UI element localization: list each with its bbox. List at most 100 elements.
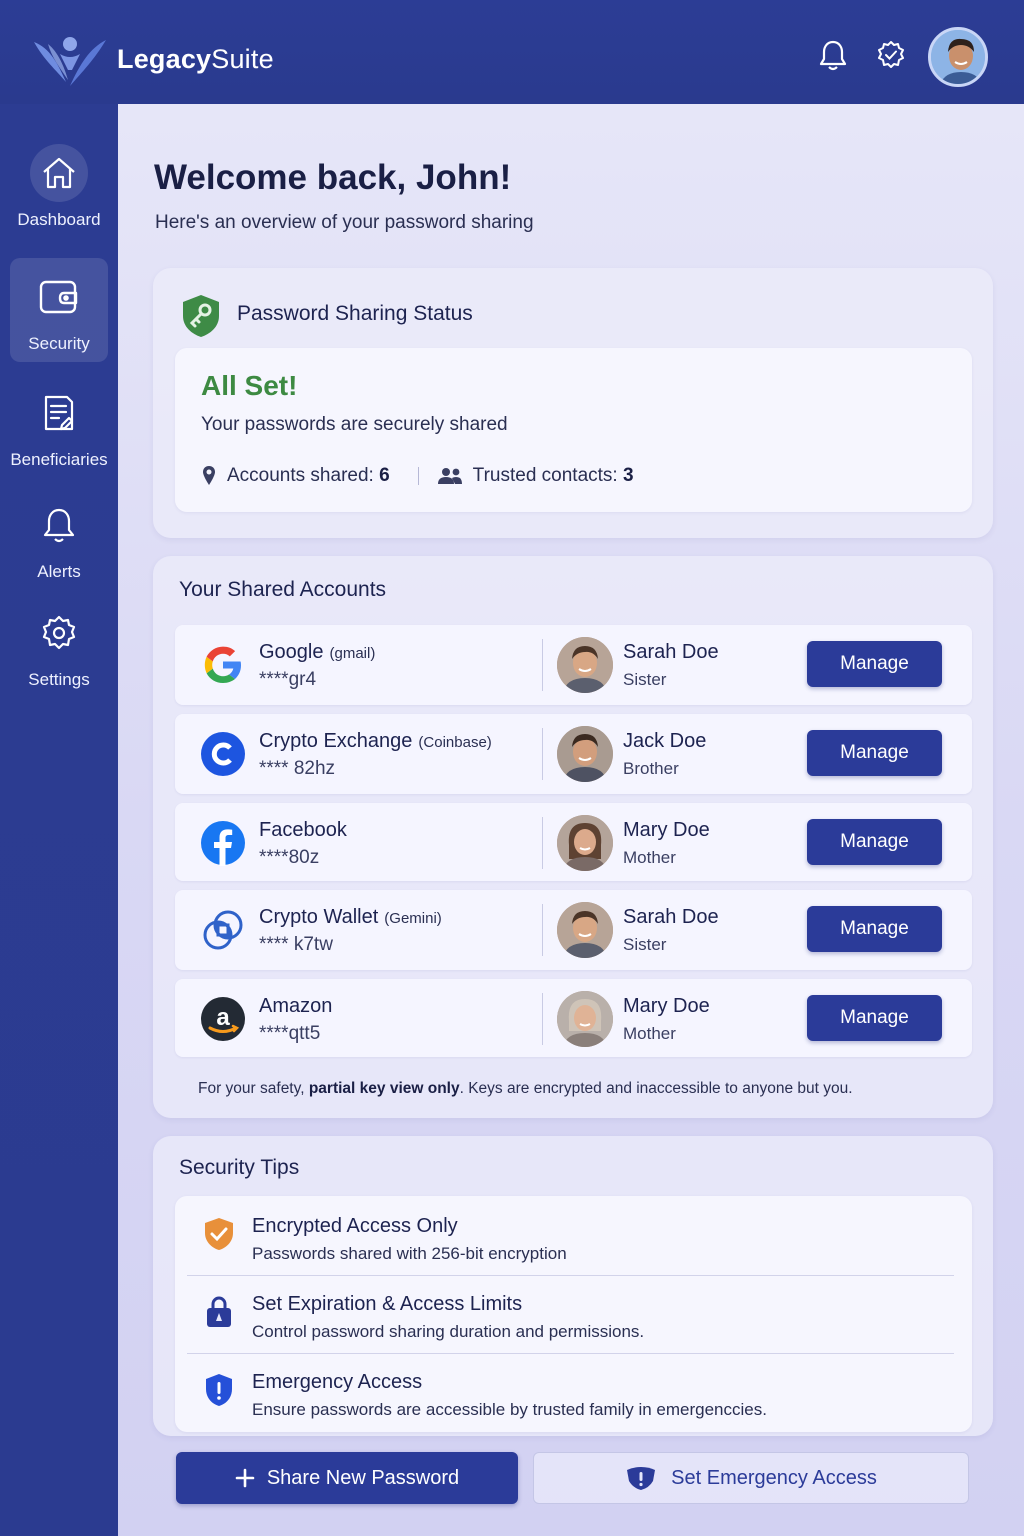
- document-icon-wrap: [30, 384, 88, 442]
- user-avatar[interactable]: [928, 27, 988, 87]
- status-panel: All Set! Your passwords are securely sha…: [175, 348, 972, 512]
- security-footnote: For your safety, partial key view only. …: [198, 1080, 853, 1098]
- amazon-logo-icon: a: [199, 995, 247, 1043]
- contact-name: Mary Doe: [623, 995, 710, 1017]
- home-icon-wrap: [30, 144, 88, 202]
- manage-button[interactable]: Manage: [807, 906, 942, 952]
- contact-avatar: [557, 991, 613, 1047]
- trusted-contacts-count: 3: [622, 465, 634, 486]
- tip-desc: Control password sharing duration and pe…: [252, 1322, 645, 1341]
- sidebar-item-label: Dashboard: [17, 210, 101, 229]
- account-name: Crypto Wallet (Gemini): [259, 906, 442, 929]
- contact-name: Jack Doe: [623, 730, 707, 752]
- contact-avatar: [557, 726, 613, 782]
- tip-desc: Ensure passwords are accessible by trust…: [252, 1400, 767, 1419]
- account-name: Facebook: [259, 819, 353, 842]
- status-stats: Accounts shared: 6 Trusted contacts: 3: [201, 465, 634, 487]
- accounts-shared-label: Accounts shared:: [227, 465, 374, 486]
- shield-alert-icon: [201, 1372, 237, 1408]
- tip-desc: Passwords shared with 256-bit encryption: [252, 1244, 567, 1263]
- manage-button[interactable]: Manage: [807, 730, 942, 776]
- tip-title: Emergency Access: [252, 1371, 423, 1393]
- account-name: Amazon: [259, 995, 338, 1018]
- contact-relation: Brother: [623, 759, 679, 778]
- row-divider: [542, 817, 543, 869]
- status-card-title: Password Sharing Status: [237, 302, 473, 325]
- account-name-text: Crypto Exchange: [259, 730, 413, 752]
- table-row: Crypto Exchange (Coinbase) **** 82hz Jack…: [175, 714, 972, 794]
- tip-item: Emergency Access Ensure passwords are ac…: [175, 1354, 972, 1432]
- status-card: Password Sharing Status All Set! Your pa…: [153, 268, 993, 538]
- footnote-pre: For your safety,: [198, 1080, 309, 1097]
- account-key: ****80z: [259, 847, 320, 868]
- account-key: **** 82hz: [259, 758, 336, 779]
- brand-bold: Legacy: [117, 44, 212, 74]
- sidebar-item-label: Alerts: [37, 562, 81, 581]
- user-avatar-image: [931, 30, 985, 84]
- table-row: Google (gmail) ****gr4 Sarah Doe Sister M…: [175, 625, 972, 705]
- tip-title: Encrypted Access Only: [252, 1215, 458, 1237]
- tip-title: Set Expiration & Access Limits: [252, 1293, 523, 1315]
- sidebar-item-label: Settings: [28, 670, 90, 689]
- footnote-bold: partial key view only: [308, 1080, 460, 1097]
- settings-icon-wrap: [30, 604, 88, 662]
- gear-icon: [42, 615, 76, 650]
- main-content: Welcome back, John! Here's an overview o…: [118, 104, 1024, 1536]
- contact-avatar: [557, 815, 613, 871]
- contact-avatar: [557, 902, 613, 958]
- notifications-button[interactable]: [816, 38, 850, 72]
- gear-icon: [878, 41, 904, 68]
- google-logo-icon: [199, 641, 247, 689]
- brand-thin: Suite: [211, 44, 274, 74]
- contact-relation: Sister: [623, 670, 667, 689]
- page-subtitle: Here's an overview of your password shar…: [155, 212, 534, 233]
- sidebar-item-alerts[interactable]: Alerts: [10, 486, 108, 590]
- facebook-logo-icon: [199, 819, 247, 867]
- table-row: Crypto Wallet (Gemini) **** k7tw Sarah Do…: [175, 890, 972, 970]
- account-provider: (Gemini): [384, 910, 442, 927]
- set-emergency-access-button[interactable]: Set Emergency Access: [533, 1452, 969, 1504]
- contact-name: Sarah Doe: [623, 641, 719, 663]
- sidebar-item-label: Beneficiaries: [10, 450, 108, 469]
- share-new-password-button[interactable]: Share New Password: [176, 1452, 518, 1504]
- sidebar-item-settings[interactable]: Settings: [10, 594, 108, 698]
- sidebar-item-security[interactable]: Security: [10, 258, 108, 362]
- share-new-password-label: Share New Password: [266, 1466, 460, 1489]
- account-provider: (Coinbase): [418, 734, 492, 751]
- legacysuite-logo-icon: [34, 37, 106, 86]
- sidebar-item-beneficiaries[interactable]: Beneficiaries: [10, 374, 108, 478]
- row-divider: [542, 993, 543, 1045]
- contact-relation: Mother: [623, 1024, 676, 1043]
- gemini-logo-icon: [199, 906, 247, 954]
- coinbase-logo-icon: [199, 730, 247, 778]
- manage-button[interactable]: Manage: [807, 995, 942, 1041]
- manage-button[interactable]: Manage: [807, 819, 942, 865]
- stats-divider: [417, 467, 419, 485]
- bell-icon: [819, 40, 847, 71]
- account-key: ****gr4: [259, 669, 317, 690]
- sidebar-item-label: Security: [28, 334, 90, 353]
- tip-item: Set Expiration & Access Limits Control p…: [175, 1276, 972, 1354]
- account-name-text: Facebook: [259, 819, 347, 841]
- top-header: LegacySuite: [0, 0, 1024, 104]
- table-row: Facebook ****80z Mary Doe Mother Manage: [175, 803, 972, 881]
- account-provider: (gmail): [329, 645, 376, 662]
- wallet-icon: [39, 280, 78, 314]
- location-pin-icon: [203, 466, 215, 485]
- manage-button[interactable]: Manage: [807, 641, 942, 687]
- brand-name[interactable]: LegacySuite: [117, 44, 274, 75]
- accounts-shared-count: 6: [379, 465, 390, 486]
- contact-relation: Sister: [623, 935, 667, 954]
- alerts-icon-wrap: [30, 496, 88, 554]
- shared-accounts-card: Your Shared Accounts Google (gmail) ****g…: [153, 556, 993, 1118]
- sidebar-item-dashboard[interactable]: Dashboard: [10, 134, 108, 238]
- security-tips-card: Security Tips Encrypted Access Only Pass…: [153, 1136, 993, 1436]
- settings-button[interactable]: [874, 38, 908, 72]
- contact-relation: Mother: [623, 848, 676, 867]
- row-divider: [542, 904, 543, 956]
- account-name: Crypto Exchange (Coinbase): [259, 730, 492, 753]
- document-icon: [44, 395, 74, 431]
- security-tips-title: Security Tips: [179, 1156, 300, 1179]
- plus-icon: [235, 1468, 255, 1488]
- wallet-icon-wrap: [30, 268, 88, 326]
